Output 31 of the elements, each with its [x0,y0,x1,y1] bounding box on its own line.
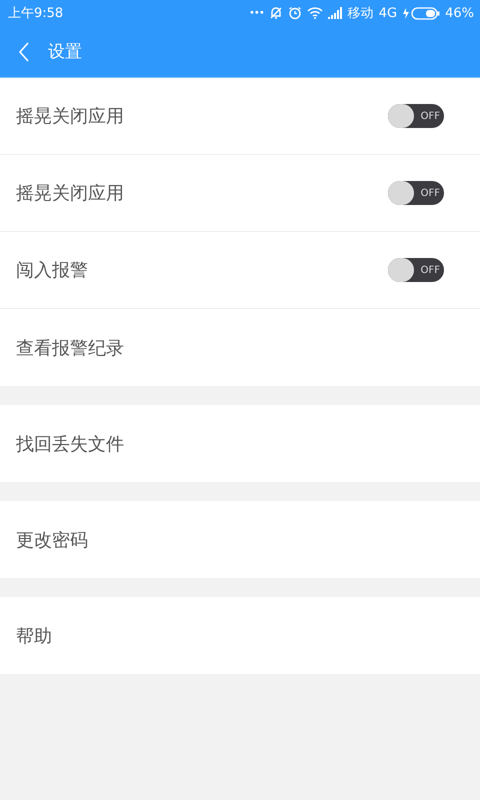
settings-row[interactable]: 帮助 [0,597,480,674]
page-title: 设置 [48,41,82,63]
settings-row[interactable]: 查看报警纪录 [0,309,480,386]
switch-label: OFF [420,264,440,276]
setting-label: 闯入报警 [16,259,88,282]
battery-percent: 46% [445,6,474,20]
settings-row[interactable]: 摇晃关闭应用 OFF [0,155,480,232]
setting-label: 摇晃关闭应用 [16,182,124,205]
status-time: 上午9:58 [8,5,64,22]
setting-label: 找回丢失文件 [16,432,124,456]
signal-icon [328,7,343,19]
setting-label: 更改密码 [16,528,88,552]
toggle-switch[interactable]: OFF [388,258,444,282]
carrier-label: 移动 [348,5,374,22]
network-label: 4G [378,6,398,20]
toggle-switch[interactable]: OFF [388,104,444,128]
setting-label: 帮助 [16,624,52,648]
alarm-clock-icon [288,6,302,20]
switch-label: OFF [420,110,440,122]
toggle-switch[interactable]: OFF [388,181,444,205]
switch-label: OFF [420,188,440,198]
settings-row[interactable]: 闯入报警 OFF [0,232,480,309]
settings-row[interactable]: 更改密码 [0,501,480,578]
settings-row[interactable]: 摇晃关闭应用 OFF [0,78,480,155]
wifi-icon [306,7,323,19]
settings-row[interactable]: 找回丢失文件 [0,405,480,482]
muted-bell-icon [268,6,283,20]
battery-charging-icon [402,6,440,20]
setting-label: 查看报警纪录 [16,336,124,360]
setting-label: 摇晃关闭应用 [16,105,124,128]
more-notifications-icon: ••• [249,8,264,18]
